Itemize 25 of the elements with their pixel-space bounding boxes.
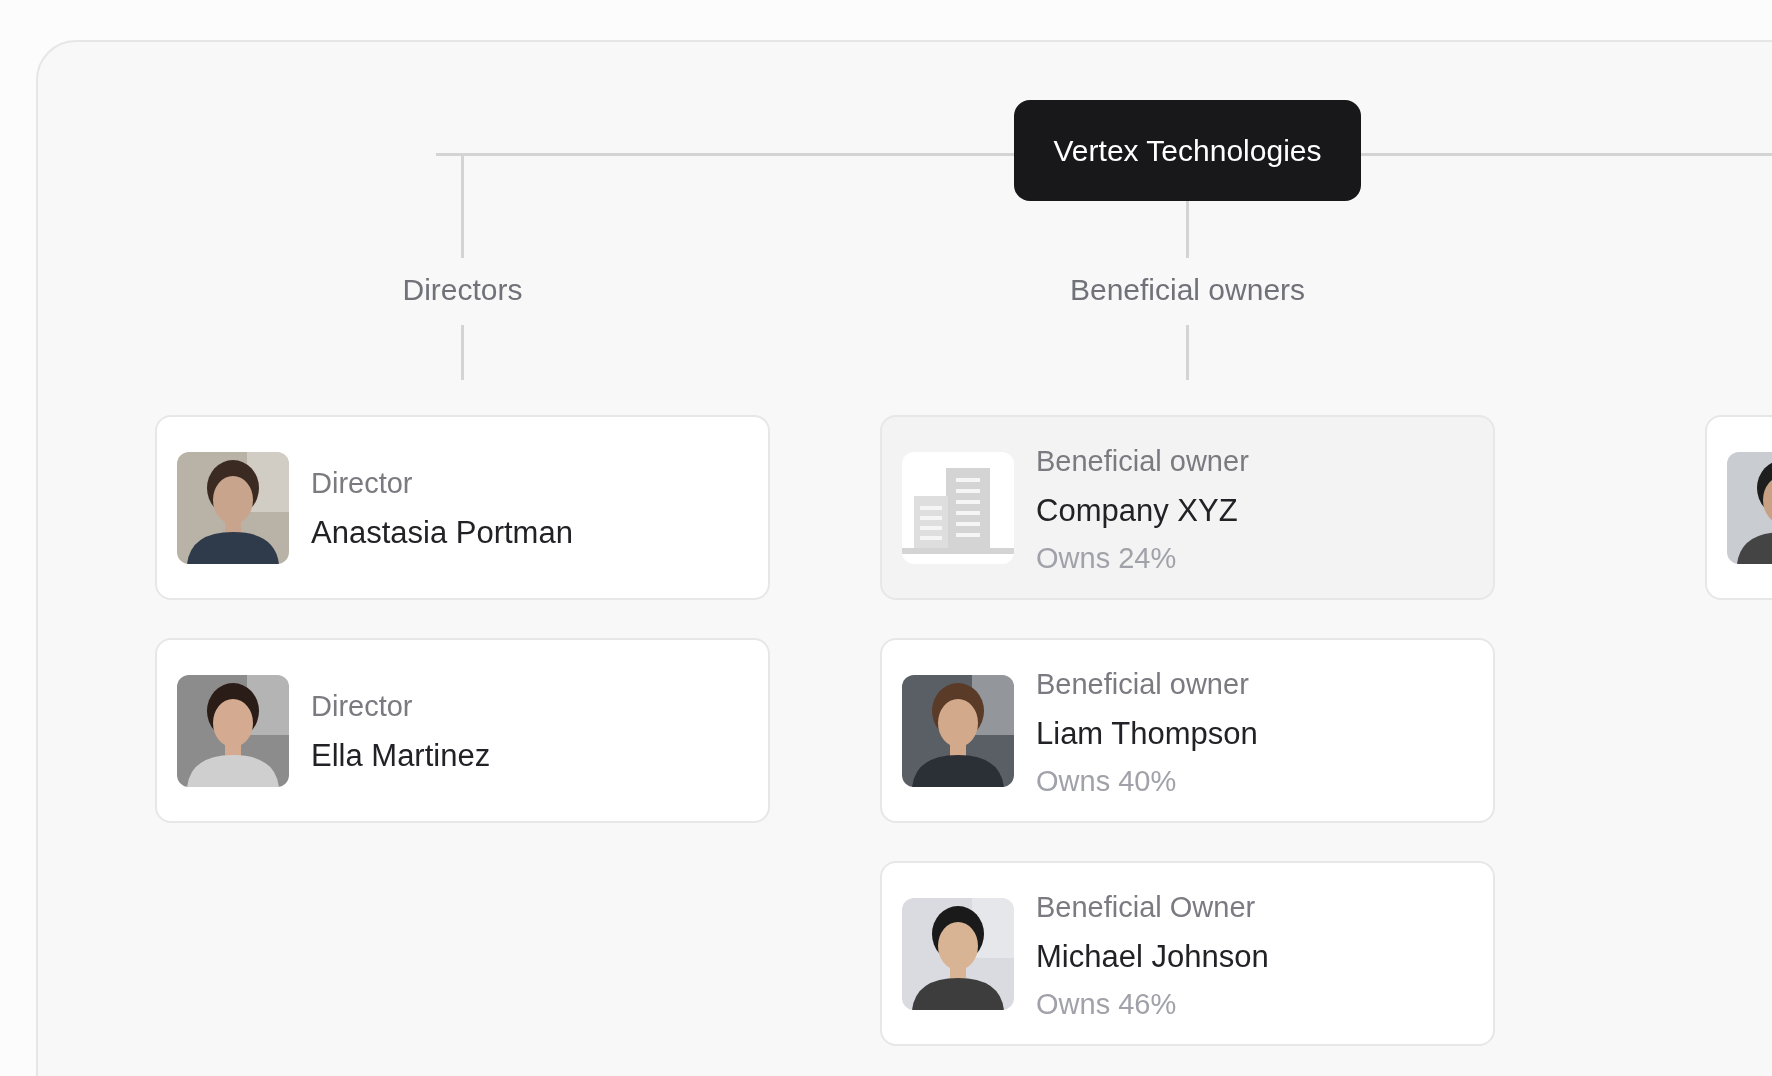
- connector-line: [1186, 201, 1189, 258]
- role-label: Director: [311, 688, 414, 724]
- role-label: Beneficial Owner: [1036, 889, 1257, 925]
- ownership-share: Owns 46%: [1036, 986, 1178, 1022]
- entity-name: Anastasia Portman: [311, 513, 573, 552]
- role-label: Beneficial owner: [1036, 666, 1250, 702]
- connector-line: [461, 325, 464, 380]
- role-label: Director: [311, 465, 414, 501]
- building-icon: [902, 451, 1014, 564]
- entity-card[interactable]: Director Anastasia Portman: [155, 415, 770, 600]
- entity-name: Liam Thompson: [1036, 714, 1258, 753]
- ownership-share: Owns 24%: [1036, 540, 1178, 576]
- group-label: Directors: [402, 272, 523, 308]
- ownership-share: Owns 40%: [1036, 763, 1178, 799]
- entity-name: Ella Martinez: [311, 736, 491, 775]
- entity-name: Michael Johnson: [1036, 937, 1269, 976]
- connector-line: [1186, 325, 1189, 380]
- group-label: Beneficial owners: [1069, 272, 1306, 308]
- company-node[interactable]: Vertex Technologies: [1013, 100, 1362, 201]
- entity-card[interactable]: Beneficial owner Liam Thompson Owns 40%: [880, 638, 1495, 823]
- entity-card[interactable]: Beneficial owner Company XYZ Owns 24%: [880, 415, 1495, 600]
- entity-card[interactable]: Beneficial Owner Michael Johnson Owns 46%: [880, 861, 1495, 1046]
- entity-name: Company XYZ: [1036, 491, 1239, 530]
- role-label: Beneficial owner: [1036, 443, 1249, 479]
- entity-card[interactable]: Director Ella Martinez: [155, 638, 770, 823]
